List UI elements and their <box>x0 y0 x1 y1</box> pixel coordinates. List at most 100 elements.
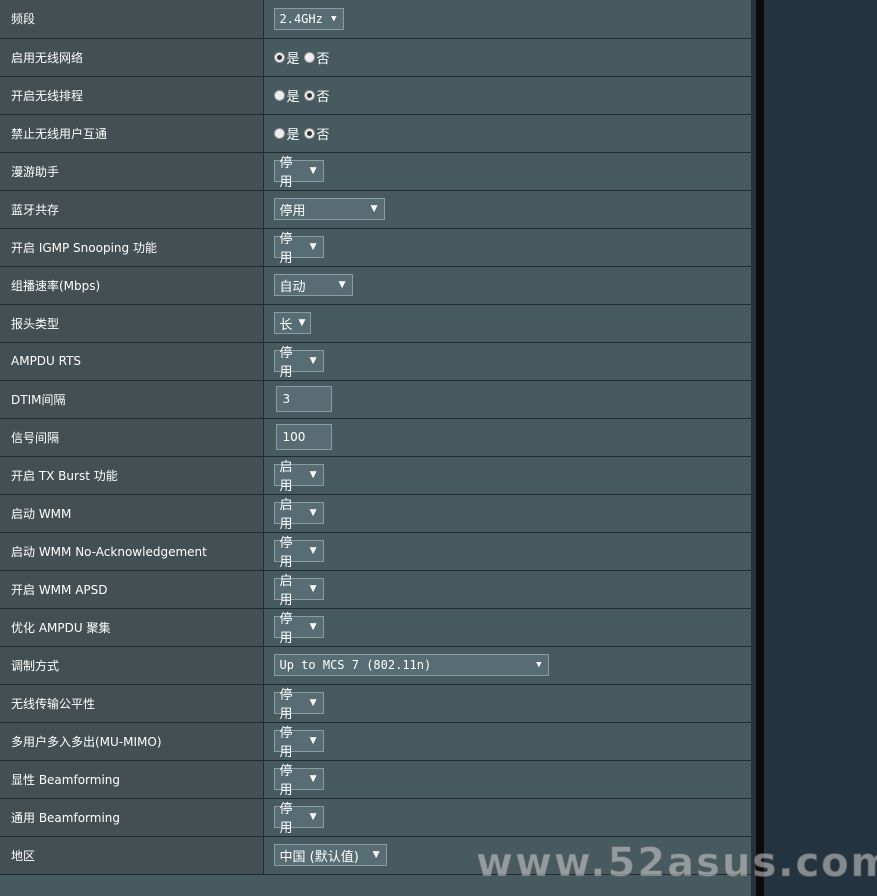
setting-label: 启动 WMM <box>0 494 264 533</box>
wmm-apsd-select[interactable]: 启用 ▼ <box>273 574 324 608</box>
ampdu-aggregation-select[interactable]: 停用 ▼ <box>273 612 324 646</box>
chevron-down-icon: ▼ <box>309 622 317 632</box>
setting-label: 通用 Beamforming <box>0 798 264 837</box>
modulation-select[interactable]: Up to MCS 7 (802.11n) ▼ <box>273 654 549 676</box>
dtim-interval-input[interactable] <box>275 386 332 412</box>
settings-table: 频段 2.4GHz ▼ 启用无线网络 是 否 开启无线排程 是 否 禁止无线用户… <box>0 0 751 875</box>
preamble-type-select[interactable]: 长 ▼ <box>273 312 311 334</box>
enable-wireless-radio-group: 是 否 <box>273 48 334 67</box>
chevron-down-icon: ▼ <box>309 736 317 746</box>
setting-label: 开启无线排程 <box>0 76 264 115</box>
beacon-interval-input[interactable] <box>275 424 332 450</box>
settings-panel: 频段 2.4GHz ▼ 启用无线网络 是 否 开启无线排程 是 否 禁止无线用户… <box>0 0 751 896</box>
chevron-down-icon: ▼ <box>309 584 317 594</box>
chevron-down-icon: ▼ <box>309 698 317 708</box>
chevron-down-icon: ▼ <box>309 356 317 366</box>
chevron-down-icon: ▼ <box>309 242 317 252</box>
setting-row-modulation: 调制方式 Up to MCS 7 (802.11n) ▼ <box>0 646 751 685</box>
airtime-fairness-select[interactable]: 停用 ▼ <box>273 688 324 722</box>
chevron-down-icon: ▼ <box>309 812 317 822</box>
setting-row-roaming-assistant: 漫游助手 停用 ▼ <box>0 152 751 191</box>
setting-label: 多用户多入多出(MU-MIMO) <box>0 722 264 761</box>
setting-label: DTIM间隔 <box>0 380 264 419</box>
ap-isolation-no-option[interactable]: 否 <box>303 124 330 143</box>
radio-yes[interactable] <box>273 89 285 101</box>
setting-label: 组播速率(Mbps) <box>0 266 264 305</box>
setting-label: 显性 Beamforming <box>0 760 264 799</box>
setting-row-multicast-rate: 组播速率(Mbps) 自动 ▼ <box>0 266 751 305</box>
setting-row-tx-burst: 开启 TX Burst 功能 启用 ▼ <box>0 456 751 495</box>
right-background <box>764 0 877 896</box>
band-select[interactable]: 2.4GHz ▼ <box>273 7 344 30</box>
setting-label: 信号间隔 <box>0 418 264 457</box>
setting-label: 漫游助手 <box>0 152 264 191</box>
chevron-down-icon: ▼ <box>338 280 346 290</box>
setting-row-beacon-interval: 信号间隔 <box>0 418 751 457</box>
panel-divider <box>756 0 764 896</box>
setting-row-universal-beamforming: 通用 Beamforming 停用 ▼ <box>0 798 751 837</box>
setting-row-bluetooth-coexistence: 蓝牙共存 停用 ▼ <box>0 190 751 229</box>
setting-label: 开启 WMM APSD <box>0 570 264 609</box>
enable-schedule-yes-option[interactable]: 是 <box>273 86 300 105</box>
radio-yes[interactable] <box>273 127 285 139</box>
wmm-select[interactable]: 启用 ▼ <box>273 498 324 532</box>
ampdu-rts-select[interactable]: 停用 ▼ <box>273 346 324 380</box>
setting-row-enable-schedule: 开启无线排程 是 否 <box>0 76 751 115</box>
radio-no[interactable] <box>303 127 315 139</box>
tx-burst-select[interactable]: 启用 ▼ <box>273 460 324 494</box>
watermark: www.52asus.com <box>475 840 877 887</box>
setting-row-wmm-no-ack: 启动 WMM No-Acknowledgement 停用 ▼ <box>0 532 751 571</box>
setting-row-wmm: 启动 WMM 启用 ▼ <box>0 494 751 533</box>
setting-label: 开启 TX Burst 功能 <box>0 456 264 495</box>
setting-row-preamble-type: 报头类型 长 ▼ <box>0 304 751 343</box>
setting-label: 启用无线网络 <box>0 38 264 77</box>
radio-no[interactable] <box>303 51 315 63</box>
wmm-no-ack-select[interactable]: 停用 ▼ <box>273 536 324 570</box>
setting-row-igmp-snooping: 开启 IGMP Snooping 功能 停用 ▼ <box>0 228 751 267</box>
enable-schedule-radio-group: 是 否 <box>273 86 334 105</box>
roaming-assistant-select[interactable]: 停用 ▼ <box>273 156 324 190</box>
chevron-down-icon: ▼ <box>298 318 306 328</box>
igmp-snooping-select[interactable]: 停用 ▼ <box>273 232 324 266</box>
enable-wireless-no-option[interactable]: 否 <box>303 48 330 67</box>
radio-no[interactable] <box>303 89 315 101</box>
setting-label: 地区 <box>0 836 264 875</box>
ap-isolation-radio-group: 是 否 <box>273 124 334 143</box>
setting-label: 报头类型 <box>0 304 264 343</box>
chevron-down-icon: ▼ <box>309 166 317 176</box>
enable-wireless-yes-option[interactable]: 是 <box>273 48 300 67</box>
setting-label: 优化 AMPDU 聚集 <box>0 608 264 647</box>
setting-row-explicit-beamforming: 显性 Beamforming 停用 ▼ <box>0 760 751 799</box>
chevron-down-icon: ▼ <box>370 204 378 214</box>
chevron-down-icon: ▼ <box>309 508 317 518</box>
mu-mimo-select[interactable]: 停用 ▼ <box>273 726 324 760</box>
setting-row-dtim-interval: DTIM间隔 <box>0 380 751 419</box>
setting-label: AMPDU RTS <box>0 342 264 381</box>
setting-row-ap-isolation: 禁止无线用户互通 是 否 <box>0 114 751 153</box>
enable-schedule-no-option[interactable]: 否 <box>303 86 330 105</box>
ap-isolation-yes-option[interactable]: 是 <box>273 124 300 143</box>
setting-row-band: 频段 2.4GHz ▼ <box>0 0 751 39</box>
region-select[interactable]: 中国 (默认值) ▼ <box>273 844 387 866</box>
setting-label: 无线传输公平性 <box>0 684 264 723</box>
chevron-down-icon: ▼ <box>372 850 380 860</box>
setting-row-ampdu-rts: AMPDU RTS 停用 ▼ <box>0 342 751 381</box>
radio-yes[interactable] <box>273 51 285 63</box>
chevron-down-icon: ▼ <box>309 546 317 556</box>
explicit-beamforming-select[interactable]: 停用 ▼ <box>273 764 324 798</box>
setting-label: 禁止无线用户互通 <box>0 114 264 153</box>
setting-row-airtime-fairness: 无线传输公平性 停用 ▼ <box>0 684 751 723</box>
bluetooth-coexistence-select[interactable]: 停用 ▼ <box>273 198 385 220</box>
setting-row-ampdu-aggregation: 优化 AMPDU 聚集 停用 ▼ <box>0 608 751 647</box>
setting-label: 蓝牙共存 <box>0 190 264 229</box>
setting-label: 调制方式 <box>0 646 264 685</box>
chevron-down-icon: ▼ <box>309 470 317 480</box>
setting-row-mu-mimo: 多用户多入多出(MU-MIMO) 停用 ▼ <box>0 722 751 761</box>
setting-row-enable-wireless: 启用无线网络 是 否 <box>0 38 751 77</box>
universal-beamforming-select[interactable]: 停用 ▼ <box>273 802 324 836</box>
chevron-down-icon: ▼ <box>309 774 317 784</box>
chevron-down-icon: ▼ <box>331 13 337 24</box>
multicast-rate-select[interactable]: 自动 ▼ <box>273 274 353 296</box>
setting-label: 频段 <box>0 0 264 39</box>
chevron-down-icon: ▼ <box>536 660 542 670</box>
